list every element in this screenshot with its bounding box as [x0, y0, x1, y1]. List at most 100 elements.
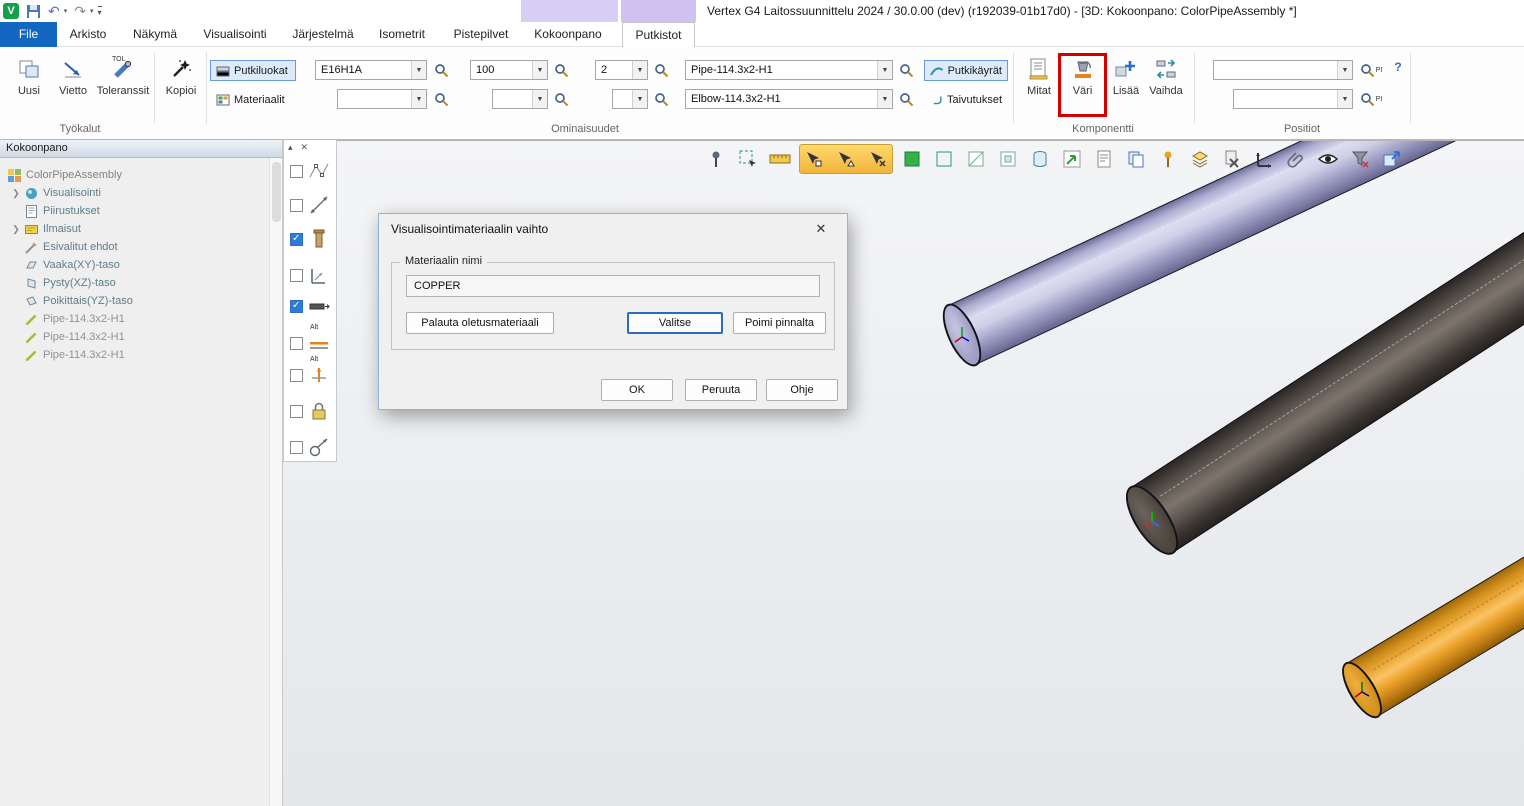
undo-icon[interactable]: ↶ — [48, 3, 60, 19]
undo-dropdown-icon[interactable]: ▾ — [64, 7, 68, 15]
size-combo[interactable]: 100▼ — [470, 60, 548, 80]
checkbox-alt-axis[interactable] — [290, 369, 303, 382]
dialog-close-icon[interactable]: ✕ — [807, 217, 835, 241]
tree-item-ilmaisut[interactable]: ❯ Ilmaisut — [0, 220, 269, 238]
tab-isometrit[interactable]: Isometrit — [368, 22, 436, 47]
material-name-input[interactable] — [406, 275, 820, 297]
elbow-component-combo[interactable]: Elbow-114.3x2-H1▼ — [685, 89, 893, 109]
tab-putkistot[interactable]: Putkistot — [622, 22, 695, 47]
selection-frame-icon[interactable] — [735, 145, 761, 173]
help-button[interactable]: ? — [1390, 60, 1406, 78]
strip-close-icon[interactable]: ✕ — [301, 142, 309, 153]
strip-row-lock[interactable] — [284, 400, 336, 422]
face-green-icon[interactable] — [899, 145, 925, 173]
checkbox-alt-line[interactable] — [290, 337, 303, 350]
combo-arrow-icon[interactable]: ▼ — [411, 90, 426, 108]
combo-arrow-icon[interactable]: ▼ — [632, 61, 647, 79]
arrow-box-icon[interactable] — [1059, 145, 1085, 173]
taivutukset-button[interactable]: Taivutukset — [927, 89, 1008, 110]
pick-from-surface-button[interactable]: Poimi pinnalta — [733, 312, 826, 334]
tree-item-esivalitut-ehdot[interactable]: Esivalitut ehdot — [0, 238, 269, 256]
toleranssit-button[interactable]: TOL Toleranssit — [94, 53, 152, 117]
tree-item-pipe-3[interactable]: Pipe-114.3x2-H1 — [0, 346, 269, 364]
snap-intersection-icon[interactable] — [865, 145, 891, 173]
pipe-orange[interactable] — [1346, 530, 1524, 717]
vietto-button[interactable]: Vietto — [50, 53, 96, 117]
pipe-component-search-button[interactable] — [896, 60, 916, 80]
ucs-axes-icon[interactable] — [1251, 145, 1277, 173]
save-icon[interactable] — [26, 4, 41, 19]
vaihda-button[interactable]: Vaihda — [1144, 53, 1188, 117]
mitat-button[interactable]: Mitat — [1018, 53, 1060, 117]
combo-arrow-icon[interactable]: ▼ — [532, 90, 547, 108]
position-search-1-button[interactable]: PI — [1356, 60, 1386, 80]
combo-arrow-icon[interactable]: ▼ — [877, 90, 892, 108]
materiaalit-button[interactable]: Materiaalit — [210, 89, 296, 110]
snap-endpoint-icon[interactable] — [801, 145, 827, 173]
tab-jarjestelma[interactable]: Järjestelmä — [288, 22, 358, 47]
tab-arkisto[interactable]: Arkisto — [60, 22, 116, 47]
checkbox-horizontal-pipe[interactable] — [290, 300, 303, 313]
checkbox-spline[interactable] — [290, 165, 303, 178]
tab-nakyma[interactable]: Näkymä — [126, 22, 184, 47]
tree-item-pipe-1[interactable]: Pipe-114.3x2-H1 — [0, 310, 269, 328]
combo-arrow-icon[interactable]: ▼ — [532, 61, 547, 79]
putkikayrat-toggle[interactable]: Putkikäyrät — [924, 60, 1008, 81]
putkiluokat-toggle[interactable]: Putkiluokat — [210, 60, 296, 81]
checkbox-perpendicular[interactable] — [290, 269, 303, 282]
strip-row-perpendicular[interactable] — [284, 264, 336, 286]
stack-yellow-icon[interactable] — [1187, 145, 1213, 173]
position-combo-2[interactable]: ▼ — [1233, 89, 1353, 109]
position-combo-1[interactable]: ▼ — [1213, 60, 1353, 80]
ok-button[interactable]: OK — [601, 379, 673, 401]
chevron-right-icon[interactable]: ❯ — [12, 188, 20, 199]
copy-sheets-icon[interactable] — [1123, 145, 1149, 173]
checkbox-tangent[interactable] — [290, 441, 303, 454]
customize-qat-icon[interactable]: ▾ — [98, 6, 102, 17]
snap-midpoint-icon[interactable] — [833, 145, 859, 173]
cancel-button[interactable]: Peruuta — [685, 379, 757, 401]
pipe-class-combo[interactable]: E16H1A▼ — [315, 60, 427, 80]
size-search-button[interactable] — [551, 60, 571, 80]
plane-a-icon[interactable] — [963, 145, 989, 173]
kopioi-button[interactable]: Kopioi — [158, 53, 204, 117]
dialog-title-bar[interactable]: Visualisointimateriaalin vaihto ✕ — [379, 214, 847, 244]
tree-item-visualisointi[interactable]: ❯ Visualisointi — [0, 184, 269, 202]
chevron-right-icon[interactable]: ❯ — [12, 224, 20, 235]
strip-row-vertical-pipe[interactable] — [284, 228, 336, 250]
filter-off-icon[interactable] — [1347, 145, 1373, 173]
lisaa-button[interactable]: Lisää — [1106, 53, 1146, 117]
ruler-icon[interactable] — [767, 145, 793, 173]
strip-collapse-icon[interactable]: ▴ — [288, 142, 293, 153]
strip-row-dimension[interactable] — [284, 194, 336, 216]
cylinder-icon[interactable] — [1027, 145, 1053, 173]
pin-orange-icon[interactable] — [1155, 145, 1181, 173]
checkbox-dimension[interactable] — [290, 199, 303, 212]
notes-icon[interactable] — [1091, 145, 1117, 173]
strip-row-alt-line[interactable]: Alt — [284, 332, 336, 354]
purge-icon[interactable] — [1219, 145, 1245, 173]
combo-arrow-icon[interactable]: ▼ — [877, 61, 892, 79]
tab-kokoonpano[interactable]: Kokoonpano — [524, 22, 612, 47]
uusi-button[interactable]: Uusi — [6, 53, 52, 117]
pipe-component-combo[interactable]: Pipe-114.3x2-H1▼ — [685, 60, 893, 80]
combo-arrow-icon[interactable]: ▼ — [1337, 61, 1352, 79]
position-search-2-button[interactable]: PI — [1356, 89, 1386, 109]
face-outline-icon[interactable] — [931, 145, 957, 173]
size-sub-search-button[interactable] — [551, 89, 571, 109]
tree-item-pipe-2[interactable]: Pipe-114.3x2-H1 — [0, 328, 269, 346]
size-sub-combo[interactable]: ▼ — [492, 89, 548, 109]
strip-row-alt-axis[interactable]: Alt — [284, 364, 336, 386]
redo-icon[interactable]: ↷ — [74, 3, 86, 19]
tree-item-poikittais-yz-taso[interactable]: Poikittais(YZ)-taso — [0, 292, 269, 310]
select-button[interactable]: Valitse — [627, 312, 723, 334]
pipe-class-search-button[interactable] — [431, 60, 451, 80]
tab-file[interactable]: File — [0, 22, 57, 47]
count-combo[interactable]: 2▼ — [595, 60, 648, 80]
tree-item-assembly-root[interactable]: ColorPipeAssembly — [0, 166, 269, 184]
combo-arrow-icon[interactable]: ▼ — [1337, 90, 1352, 108]
elbow-component-search-button[interactable] — [896, 89, 916, 109]
help-dialog-button[interactable]: Ohje — [766, 379, 838, 401]
checkbox-lock[interactable] — [290, 405, 303, 418]
pipe-class-sub-combo[interactable]: ▼ — [337, 89, 427, 109]
